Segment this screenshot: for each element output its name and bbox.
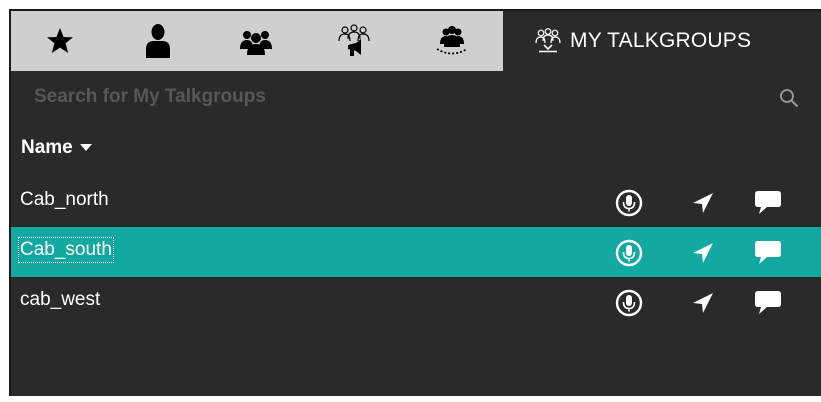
talkgroup-name: cab_west <box>20 289 101 310</box>
microphone-icon <box>615 289 643 317</box>
tab-my-talkgroups-label: MY TALKGROUPS <box>570 29 752 52</box>
talkgroup-name: Cab_south <box>18 237 114 263</box>
person-icon <box>146 24 170 58</box>
microphone-icon <box>615 239 643 267</box>
tab-favorites[interactable] <box>11 11 109 71</box>
location-button[interactable] <box>689 289 717 317</box>
push-to-talk-button[interactable] <box>615 189 643 217</box>
tab-broadcast[interactable] <box>305 11 403 71</box>
scan-group-icon <box>436 26 468 55</box>
microphone-icon <box>615 189 643 217</box>
tab-bar: MY TALKGROUPS <box>11 11 821 71</box>
tab-my-talkgroups[interactable]: MY TALKGROUPS <box>503 11 821 71</box>
location-button[interactable] <box>689 189 717 217</box>
name-column-header[interactable]: Name <box>21 137 92 159</box>
talkgroup-name: Cab_north <box>20 189 109 210</box>
group-icon <box>240 31 272 55</box>
star-icon <box>47 28 73 53</box>
chat-bubble-icon <box>755 241 781 264</box>
location-arrow-icon <box>693 243 713 263</box>
location-arrow-icon <box>693 293 713 313</box>
broadcast-group-icon <box>338 24 370 56</box>
tab-scan[interactable] <box>403 11 501 71</box>
push-to-talk-button[interactable] <box>615 289 643 317</box>
talkgroup-list: Cab_north Cab_south cab_west <box>11 177 821 327</box>
search-bar <box>11 71 821 123</box>
message-button[interactable] <box>754 289 782 317</box>
message-button[interactable] <box>754 189 782 217</box>
list-header: Name <box>11 129 821 167</box>
my-talkgroups-icon <box>534 28 562 54</box>
search-icon[interactable] <box>779 88 799 108</box>
chat-bubble-icon <box>755 191 781 214</box>
sort-caret-down-icon <box>79 144 92 151</box>
message-button[interactable] <box>754 239 782 267</box>
talkgroup-row[interactable]: Cab_south <box>11 227 821 277</box>
chat-bubble-icon <box>755 291 781 314</box>
talkgroups-panel: MY TALKGROUPS Name Cab_north <box>9 9 821 396</box>
location-arrow-icon <box>693 193 713 213</box>
tab-groups[interactable] <box>207 11 305 71</box>
talkgroup-row[interactable]: cab_west <box>11 277 821 327</box>
name-column-label: Name <box>21 137 73 158</box>
location-button[interactable] <box>689 239 717 267</box>
tab-contacts[interactable] <box>109 11 207 71</box>
search-input[interactable] <box>34 83 754 111</box>
talkgroup-row[interactable]: Cab_north <box>11 177 821 227</box>
push-to-talk-button[interactable] <box>615 239 643 267</box>
